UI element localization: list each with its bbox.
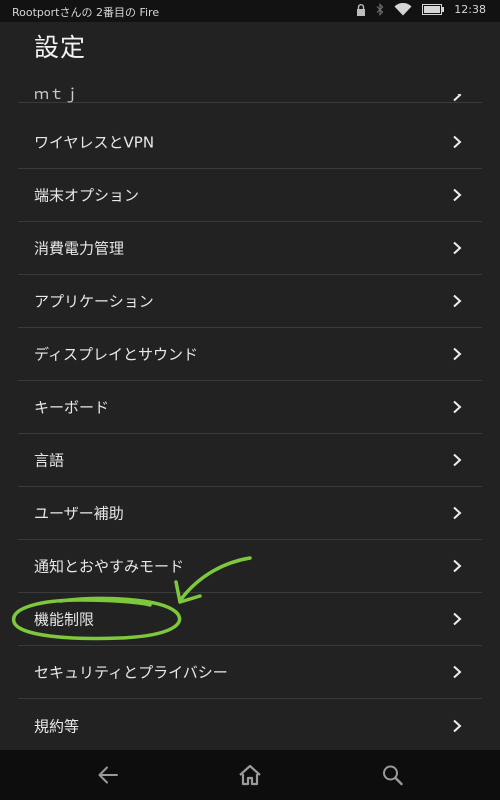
list-item-partial[interactable]: ｍｔｊ [18,78,482,103]
chevron-right-icon [452,506,462,520]
list-item-label: キーボード [34,398,110,417]
header: 設定 [0,22,500,78]
settings-item-power-management[interactable]: 消費電力管理 [18,222,482,275]
clock: 12:38 [454,3,486,16]
list-item-label: セキュリティとプライバシー [34,663,228,682]
settings-item-parental-controls[interactable]: 機能制限 [18,593,482,646]
chevron-right-icon [452,453,462,467]
settings-item-notifications[interactable]: 通知とおやすみモード [18,540,482,593]
lock-icon [356,3,366,16]
settings-item-legal[interactable]: 規約等 [18,699,482,750]
list-item-label: アプリケーション [34,292,154,311]
list-item-label: ユーザー補助 [34,504,124,523]
list-item-label: ｍｔｊ [34,85,80,103]
chevron-right-icon [452,665,462,679]
settings-item-accessibility[interactable]: ユーザー補助 [18,487,482,540]
battery-icon [422,4,445,15]
settings-item-language[interactable]: 言語 [18,434,482,487]
navigation-bar [0,750,500,800]
settings-item-wireless-vpn[interactable]: ワイヤレスとVPN [18,116,482,169]
chevron-right-icon [452,719,462,733]
chevron-right-icon [452,188,462,202]
chevron-right-icon [452,347,462,361]
bluetooth-icon [376,3,384,16]
settings-list[interactable]: ｍｔｊ ワイヤレスとVPN 端末オプション 消費電力管理 アプリケーション ディ… [18,78,482,750]
list-item-label: 規約等 [34,717,80,735]
settings-item-device-options[interactable]: 端末オプション [18,169,482,222]
chevron-right-icon [452,241,462,255]
chevron-right-icon [452,400,462,414]
settings-item-applications[interactable]: アプリケーション [18,275,482,328]
settings-item-keyboard[interactable]: キーボード [18,381,482,434]
status-icons: 12:38 [356,3,486,16]
home-icon[interactable] [238,764,262,786]
list-item-label: 消費電力管理 [34,239,125,258]
chevron-right-icon [452,294,462,308]
chevron-right-icon [452,612,462,626]
page-title: 設定 [34,33,87,62]
list-item-label: ディスプレイとサウンド [34,345,198,364]
list-item-label: 言語 [34,451,65,470]
search-icon[interactable] [381,764,405,786]
wifi-icon [394,3,412,16]
settings-item-display-sound[interactable]: ディスプレイとサウンド [18,328,482,381]
back-icon[interactable] [96,764,120,786]
chevron-right-icon [452,135,462,149]
chevron-right-icon [452,559,462,573]
list-item-label: 通知とおやすみモード [34,557,185,576]
list-item-label: 機能制限 [34,610,95,629]
list-item-label: 端末オプション [34,186,140,205]
status-bar: Rootportさんの 2番目の Fire 12:38 [0,0,500,22]
device-name: Rootportさんの 2番目の Fire [12,6,160,19]
list-item-label: ワイヤレスとVPN [34,133,155,152]
chevron-right-icon [452,94,462,102]
settings-item-security-privacy[interactable]: セキュリティとプライバシー [18,646,482,699]
settings-screen: Rootportさんの 2番目の Fire 12:38 設定 ｍｔｊ ワイヤレス… [0,0,500,800]
